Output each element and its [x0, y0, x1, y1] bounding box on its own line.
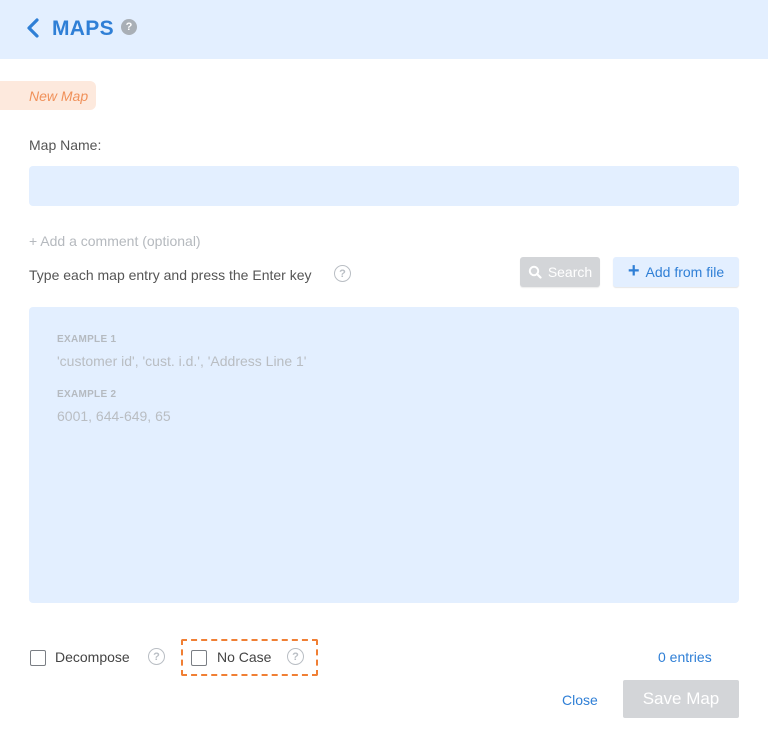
map-name-input[interactable]	[29, 166, 739, 206]
no-case-checkbox[interactable]	[191, 650, 207, 666]
save-map-button[interactable]: Save Map	[623, 680, 739, 718]
map-name-label: Map Name:	[29, 137, 102, 153]
decompose-label: Decompose	[55, 649, 130, 665]
map-entries-textarea[interactable]: EXAMPLE 1 'customer id', 'cust. i.d.', '…	[29, 307, 739, 603]
example-1-label: EXAMPLE 1	[57, 334, 117, 345]
example-1-text: 'customer id', 'cust. i.d.', 'Address Li…	[57, 353, 307, 369]
add-comment-link[interactable]: + Add a comment (optional)	[29, 233, 201, 249]
question-circle-icon[interactable]: ?	[121, 19, 137, 35]
add-from-file-label: Add from file	[645, 264, 725, 280]
question-circle-icon[interactable]: ?	[287, 648, 304, 665]
page-title: MAPS	[52, 17, 114, 40]
entry-instruction: Type each map entry and press the Enter …	[29, 267, 312, 283]
question-circle-icon[interactable]: ?	[334, 265, 351, 282]
close-button[interactable]: Close	[562, 692, 598, 708]
add-from-file-button[interactable]: + Add from file	[613, 257, 739, 287]
question-circle-icon[interactable]: ?	[148, 648, 165, 665]
search-button-label: Search	[547, 264, 593, 280]
page-header: MAPS ?	[0, 0, 768, 59]
search-button[interactable]: Search	[520, 257, 600, 287]
plus-icon: +	[627, 260, 640, 282]
new-map-tag: New Map	[0, 81, 96, 110]
example-2-label: EXAMPLE 2	[57, 389, 117, 400]
example-2-text: 6001, 644-649, 65	[57, 408, 171, 424]
entries-count: 0 entries	[658, 649, 712, 665]
no-case-label: No Case	[217, 649, 272, 665]
chevron-left-icon[interactable]	[24, 16, 44, 40]
decompose-checkbox[interactable]	[30, 650, 46, 666]
search-icon	[528, 265, 542, 279]
new-map-tag-label: New Map	[29, 87, 89, 104]
